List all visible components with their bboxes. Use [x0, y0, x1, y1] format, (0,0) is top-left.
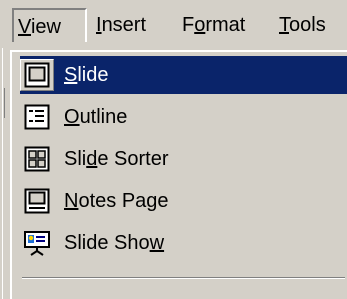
- menu-item-slide-show-label: Slide Show: [64, 232, 165, 254]
- menu-view-post: iew: [30, 16, 61, 38]
- menu-format[interactable]: Format: [176, 8, 251, 42]
- menu-separator: [22, 277, 345, 279]
- menu-item-notes-page-label: Notes Page: [64, 190, 169, 212]
- menu-item-slide-show[interactable]: Slide Show: [20, 224, 347, 262]
- view-dropdown-menu: Slide Outline Slide Sorter Notes Page Sl…: [10, 50, 347, 299]
- menu-item-notes-page[interactable]: Notes Page: [20, 182, 347, 220]
- slide-view-icon: [20, 59, 54, 91]
- menu-item-outline-label: Outline: [64, 106, 128, 128]
- menu-view-mnemonic: V: [18, 16, 31, 38]
- edge-shadow: [4, 88, 5, 118]
- menu-insert-post: nsert: [101, 14, 147, 36]
- menu-item-slide-sorter[interactable]: Slide Sorter: [20, 140, 347, 178]
- menu-bar: View Insert Format Tools: [0, 0, 347, 48]
- edge-highlight: [2, 48, 3, 299]
- menu-format-post: rmat: [205, 14, 246, 36]
- menu-item-slide-label: Slide: [64, 64, 109, 86]
- window-edge: [0, 48, 8, 299]
- outline-view-icon: [24, 104, 50, 130]
- slide-sorter-icon: [24, 146, 50, 172]
- menu-view[interactable]: View: [12, 8, 87, 42]
- menu-insert[interactable]: Insert: [90, 8, 152, 42]
- slide-show-icon: [24, 230, 50, 256]
- menu-item-slide-sorter-label: Slide Sorter: [64, 148, 169, 170]
- menu-format-pre: F: [182, 14, 195, 36]
- menu-tools-post: ools: [289, 14, 326, 36]
- menu-format-mnemonic: o: [194, 14, 206, 36]
- menu-tools-mnemonic: T: [279, 14, 289, 36]
- menu-item-slide[interactable]: Slide: [20, 56, 347, 94]
- menu-tools[interactable]: Tools: [273, 8, 332, 42]
- notes-page-icon: [24, 188, 50, 214]
- menu-item-outline[interactable]: Outline: [20, 98, 347, 136]
